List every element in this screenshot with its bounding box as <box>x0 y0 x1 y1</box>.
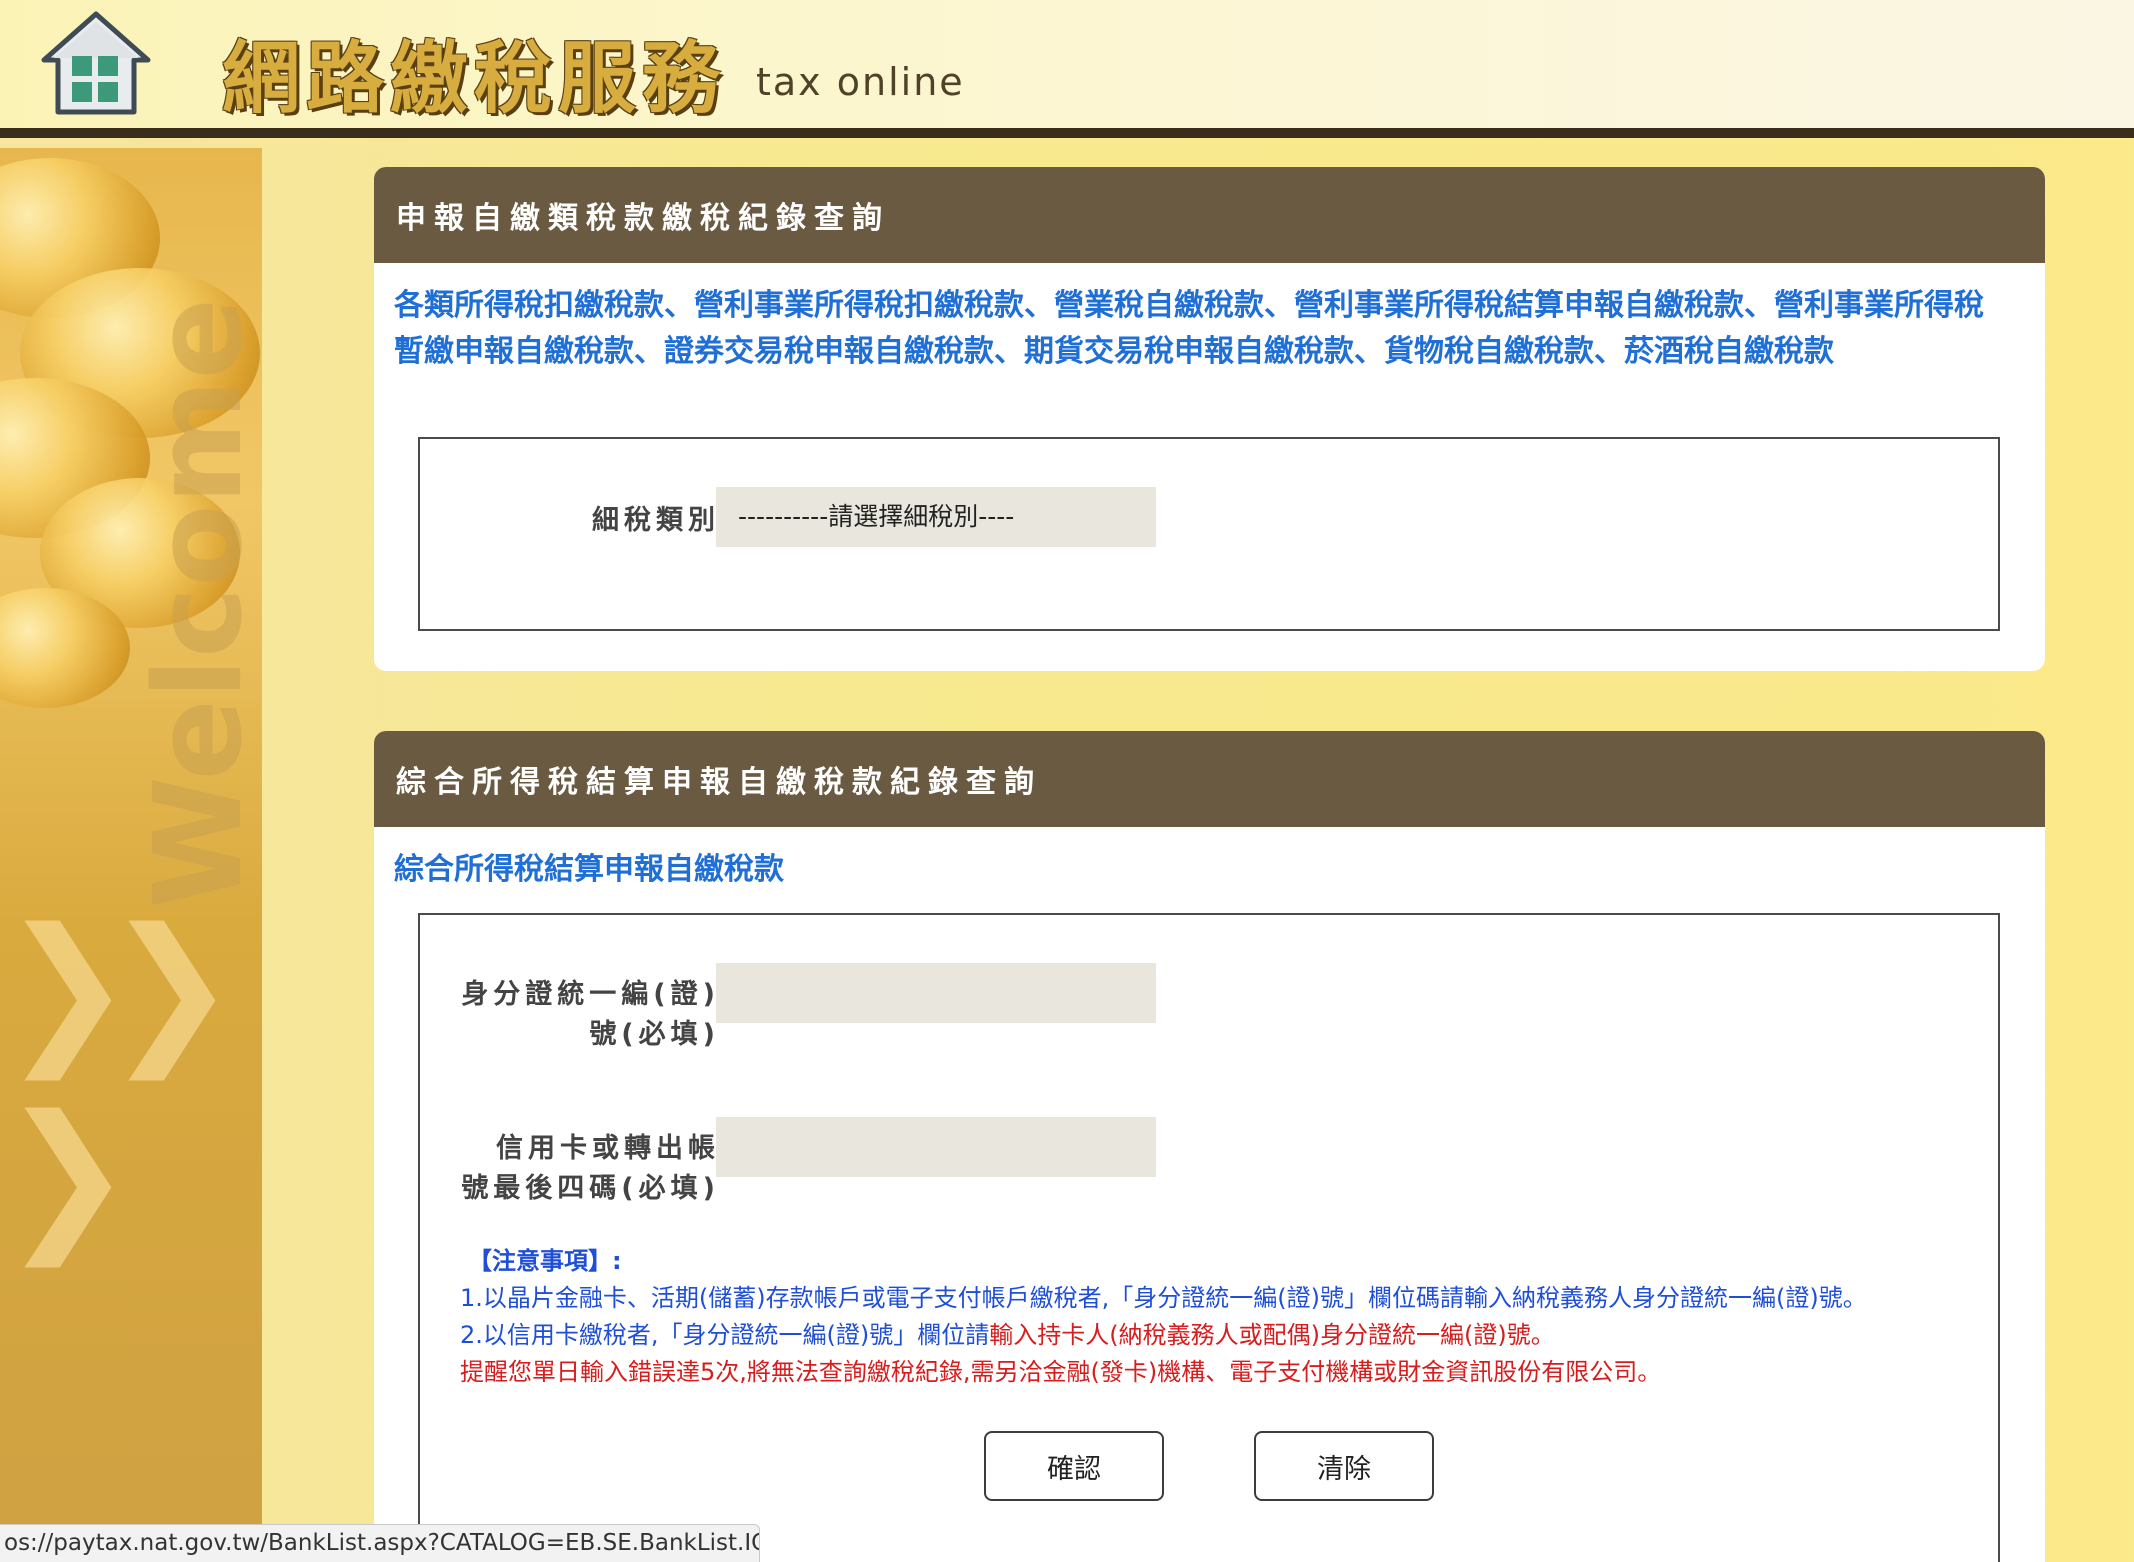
income-tax-query-panel: 綜合所得稅結算申報自繳稅款紀錄查詢 綜合所得稅結算申報自繳稅款 身分證統一編(證… <box>374 731 2045 1562</box>
chevron-decor-icon: ❯❯ ❯ <box>0 893 238 1267</box>
confirm-button[interactable]: 確認 <box>984 1431 1164 1501</box>
id-number-label-line2: 號(必填) <box>589 1019 720 1050</box>
id-number-label-line1: 身分證統一編(證) <box>461 979 720 1010</box>
card-number-label: 信用卡或轉出帳 號最後四碼(必填) <box>430 1129 720 1209</box>
home-icon[interactable] <box>40 8 152 116</box>
clear-button[interactable]: 清除 <box>1254 1431 1434 1501</box>
panel-heading: 申報自繳類稅款繳稅紀錄查詢 <box>374 167 2045 263</box>
note-2-blue: 2.以信用卡繳稅者,「身分證統一編(證)號」欄位請 <box>460 1321 990 1349</box>
tax-type-label: 細稅類別 <box>592 505 720 536</box>
query-form-box: 細稅類別 ----------請選擇細稅別---- <box>418 437 2000 631</box>
query-form-box: 身分證統一編(證) 號(必填) 信用卡或轉出帳 號最後四碼(必填) 【注意事項】… <box>418 913 2000 1562</box>
tax-type-select[interactable]: ----------請選擇細稅別---- <box>716 487 1156 547</box>
browser-status-url: os://paytax.nat.gov.tw/BankList.aspx?CAT… <box>0 1524 760 1562</box>
welcome-watermark: Welcome <box>130 298 262 909</box>
note-2-red: 輸入持卡人(納稅義務人或配偶)身分證統一編(證)號。 <box>989 1321 1555 1349</box>
tax-type-selected-value: ----------請選擇細稅別---- <box>738 502 1015 531</box>
notes-heading: 【注意事項】: <box>468 1247 622 1275</box>
panel-description: 各類所得稅扣繳稅款、營利事業所得稅扣繳稅款、營業稅自繳稅款、營利事業所得稅結算申… <box>394 288 1984 369</box>
notes-section: 【注意事項】: 1.以晶片金融卡、活期(儲蓄)存款帳戶或電子支付帳戶繳稅者,「身… <box>460 1243 1867 1391</box>
self-pay-tax-query-panel: 申報自繳類稅款繳稅紀錄查詢 各類所得稅扣繳稅款、營利事業所得稅扣繳稅款、營業稅自… <box>374 167 2045 671</box>
site-header: 網路繳稅服務 tax online <box>0 0 2134 138</box>
card-number-label-line2: 號最後四碼(必填) <box>461 1173 720 1204</box>
note-1: 1.以晶片金融卡、活期(儲蓄)存款帳戶或電子支付帳戶繳稅者,「身分證統一編(證)… <box>460 1284 1867 1312</box>
panel-heading: 綜合所得稅結算申報自繳稅款紀錄查詢 <box>374 731 2045 827</box>
note-2: 2.以信用卡繳稅者,「身分證統一編(證)號」欄位請輸入持卡人(納稅義務人或配偶)… <box>460 1317 1867 1354</box>
card-number-label-line1: 信用卡或轉出帳 <box>496 1133 720 1164</box>
panel-description: 綜合所得稅結算申報自繳稅款 <box>394 852 784 887</box>
site-subtitle: tax online <box>756 60 965 104</box>
id-number-input[interactable] <box>716 963 1156 1023</box>
id-number-label: 身分證統一編(證) 號(必填) <box>430 975 720 1055</box>
note-3-warning: 提醒您單日輸入錯誤達5次,將無法查詢繳稅紀錄,需另洽金融(發卡)機構、電子支付機… <box>460 1358 1662 1386</box>
card-last4-input[interactable] <box>716 1117 1156 1177</box>
left-decor-panel: Welcome ❯❯ ❯ <box>0 148 262 1562</box>
site-title: 網路繳稅服務 <box>222 33 727 124</box>
